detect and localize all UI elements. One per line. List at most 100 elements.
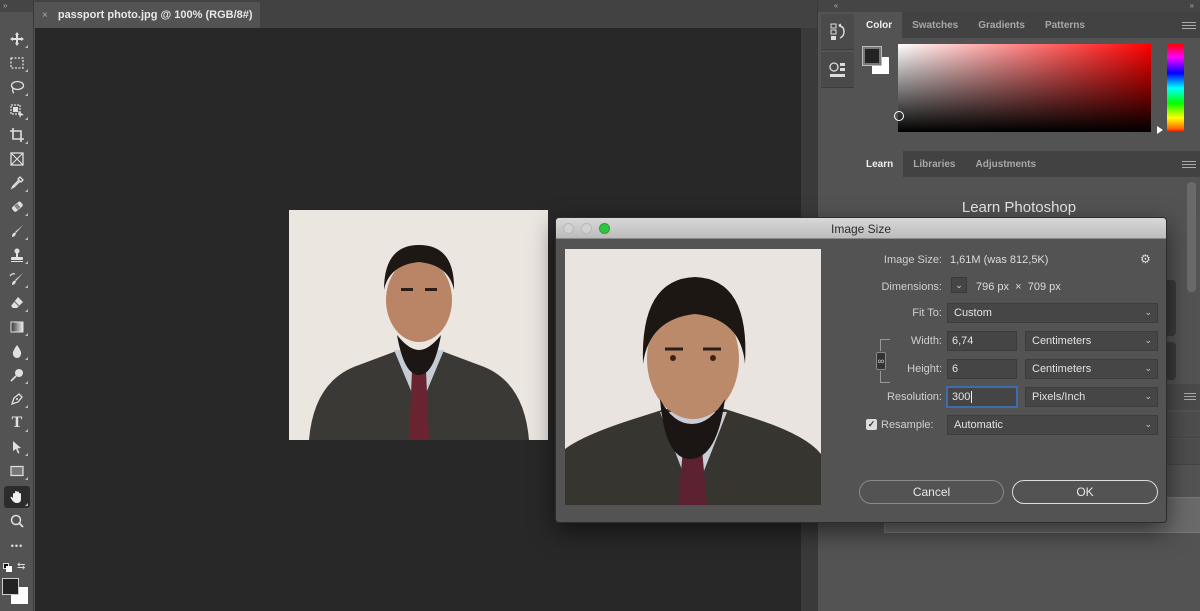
image-preview[interactable] — [565, 249, 821, 505]
height-value: 6 — [952, 363, 959, 375]
width-value: 6,74 — [952, 335, 974, 347]
properties-panel-button[interactable] — [821, 52, 855, 88]
arrow-icon — [13, 441, 21, 454]
layers-panel-menu-icon[interactable] — [1184, 393, 1196, 400]
color-picker-field[interactable] — [898, 44, 1151, 132]
ok-button[interactable]: OK — [1012, 480, 1158, 504]
eyedropper-tool[interactable] — [4, 172, 30, 194]
eraser-tool[interactable] — [4, 292, 30, 314]
eraser-icon — [11, 297, 23, 308]
chevron-down-icon: ⌄ — [1144, 335, 1152, 345]
crop-tool[interactable] — [4, 124, 30, 146]
document-tab[interactable]: × passport photo.jpg @ 100% (RGB/8#) — [35, 2, 260, 28]
fit-to-value: Custom — [954, 307, 992, 319]
resolution-unit-select[interactable]: Pixels/Inch ⌄ — [1025, 387, 1158, 407]
checkmark-icon: ✓ — [867, 419, 876, 429]
tab-libraries[interactable]: Libraries — [903, 151, 965, 177]
tools-panel: » T ••• ⇆ — [0, 0, 34, 611]
rectangular-marquee-icon — [10, 57, 24, 69]
foreground-color-swatch[interactable] — [2, 578, 19, 595]
dock-collapse-button[interactable]: « — [818, 0, 854, 12]
learn-panel-scrollbar[interactable] — [1187, 182, 1196, 292]
learn-panel-menu-icon[interactable] — [1182, 151, 1196, 177]
tab-adjustments[interactable]: Adjustments — [965, 151, 1046, 177]
color-panel-tabs: Color Swatches Gradients Patterns — [856, 12, 1200, 38]
dimensions-unit-dropdown[interactable]: ⌄ — [951, 277, 967, 293]
clone-stamp-tool[interactable] — [4, 244, 30, 266]
history-panel-button[interactable] — [821, 14, 855, 50]
crop-icon — [10, 128, 24, 142]
settings-gear-icon[interactable]: ⚙ — [1140, 252, 1151, 266]
height-input[interactable]: 6 — [947, 359, 1017, 379]
width-unit-select[interactable]: Centimeters ⌄ — [1025, 331, 1158, 351]
chevron-down-icon: ⌄ — [955, 279, 963, 290]
color-picker-cursor[interactable] — [894, 111, 904, 121]
brush-icon — [12, 225, 23, 237]
width-unit-value: Centimeters — [1032, 335, 1092, 347]
chevron-down-icon: ⌄ — [1144, 419, 1152, 429]
rectangle-tool[interactable] — [4, 460, 30, 482]
brush-tool[interactable] — [4, 220, 30, 242]
lasso-tool[interactable] — [4, 76, 30, 98]
chevron-down-icon: ⌄ — [1144, 363, 1152, 373]
tab-gradients[interactable]: Gradients — [968, 12, 1035, 38]
zoom-tool[interactable] — [4, 510, 30, 532]
height-unit-value: Centimeters — [1032, 363, 1092, 375]
fit-to-select[interactable]: Custom ⌄ — [947, 303, 1158, 323]
color-panel-foreground-swatch[interactable] — [862, 46, 882, 66]
resample-checkbox[interactable]: ✓ — [866, 419, 877, 430]
object-selection-icon — [10, 104, 24, 118]
document-image — [289, 210, 548, 440]
eyedropper-icon — [10, 176, 24, 190]
dodge-icon — [10, 369, 23, 382]
object-selection-tool[interactable] — [4, 100, 30, 122]
marquee-tool[interactable] — [4, 52, 30, 74]
blur-tool[interactable] — [4, 340, 30, 362]
cancel-button[interactable]: Cancel — [859, 480, 1004, 504]
resolution-input[interactable]: 300 — [947, 387, 1017, 407]
color-panel-menu-icon[interactable] — [1182, 12, 1196, 38]
hue-slider-handle[interactable] — [1157, 126, 1163, 134]
dodge-tool[interactable] — [4, 364, 30, 386]
default-colors-button[interactable] — [3, 563, 13, 573]
frame-tool[interactable] — [4, 148, 30, 170]
dialog-title: Image Size — [830, 222, 892, 236]
rectangle-icon — [10, 465, 24, 477]
dimensions-label: Dimensions: — [881, 281, 942, 293]
type-icon: T — [11, 414, 23, 431]
path-selection-tool[interactable] — [4, 436, 30, 458]
image-size-value: 1,61M (was 812,5K) — [950, 254, 1049, 266]
learn-panel-title: Learn Photoshop — [961, 199, 1077, 216]
tab-color[interactable]: Color — [856, 12, 903, 38]
edit-toolbar-button[interactable]: ••• — [4, 535, 30, 557]
move-tool[interactable] — [4, 28, 30, 50]
gradient-tool[interactable] — [4, 316, 30, 338]
resolution-unit-value: Pixels/Inch — [1032, 391, 1086, 403]
dialog-titlebar[interactable]: Image Size — [556, 218, 1166, 239]
dimensions-times: × — [1015, 281, 1022, 293]
hand-tool[interactable] — [4, 486, 30, 508]
history-brush-icon — [9, 273, 23, 285]
move-icon — [10, 32, 24, 46]
history-brush-tool[interactable] — [4, 268, 30, 290]
hue-slider[interactable] — [1167, 44, 1184, 132]
chevron-down-icon: ⌄ — [1144, 391, 1152, 401]
width-input[interactable]: 6,74 — [947, 331, 1017, 351]
resolution-value: 300 — [952, 391, 971, 403]
tab-patterns[interactable]: Patterns — [1035, 12, 1095, 38]
type-tool[interactable]: T — [4, 412, 30, 434]
height-unit-select[interactable]: Centimeters ⌄ — [1025, 359, 1158, 379]
properties-icon — [829, 61, 845, 77]
swap-colors-icon[interactable]: ⇆ — [17, 561, 25, 572]
lasso-icon — [10, 80, 25, 94]
tab-swatches[interactable]: Swatches — [902, 12, 968, 38]
resample-select[interactable]: Automatic ⌄ — [947, 415, 1158, 435]
tab-learn[interactable]: Learn — [856, 151, 904, 177]
close-tab-icon[interactable]: × — [42, 10, 48, 21]
dimensions-height: 709 px — [1027, 281, 1061, 293]
pen-tool[interactable] — [4, 388, 30, 410]
panels-collapse-button[interactable]: » — [854, 0, 1200, 12]
toolbar-collapse-button[interactable]: » — [0, 0, 33, 12]
healing-brush-tool[interactable] — [4, 196, 30, 218]
chevron-down-icon: ⌄ — [1144, 307, 1152, 317]
